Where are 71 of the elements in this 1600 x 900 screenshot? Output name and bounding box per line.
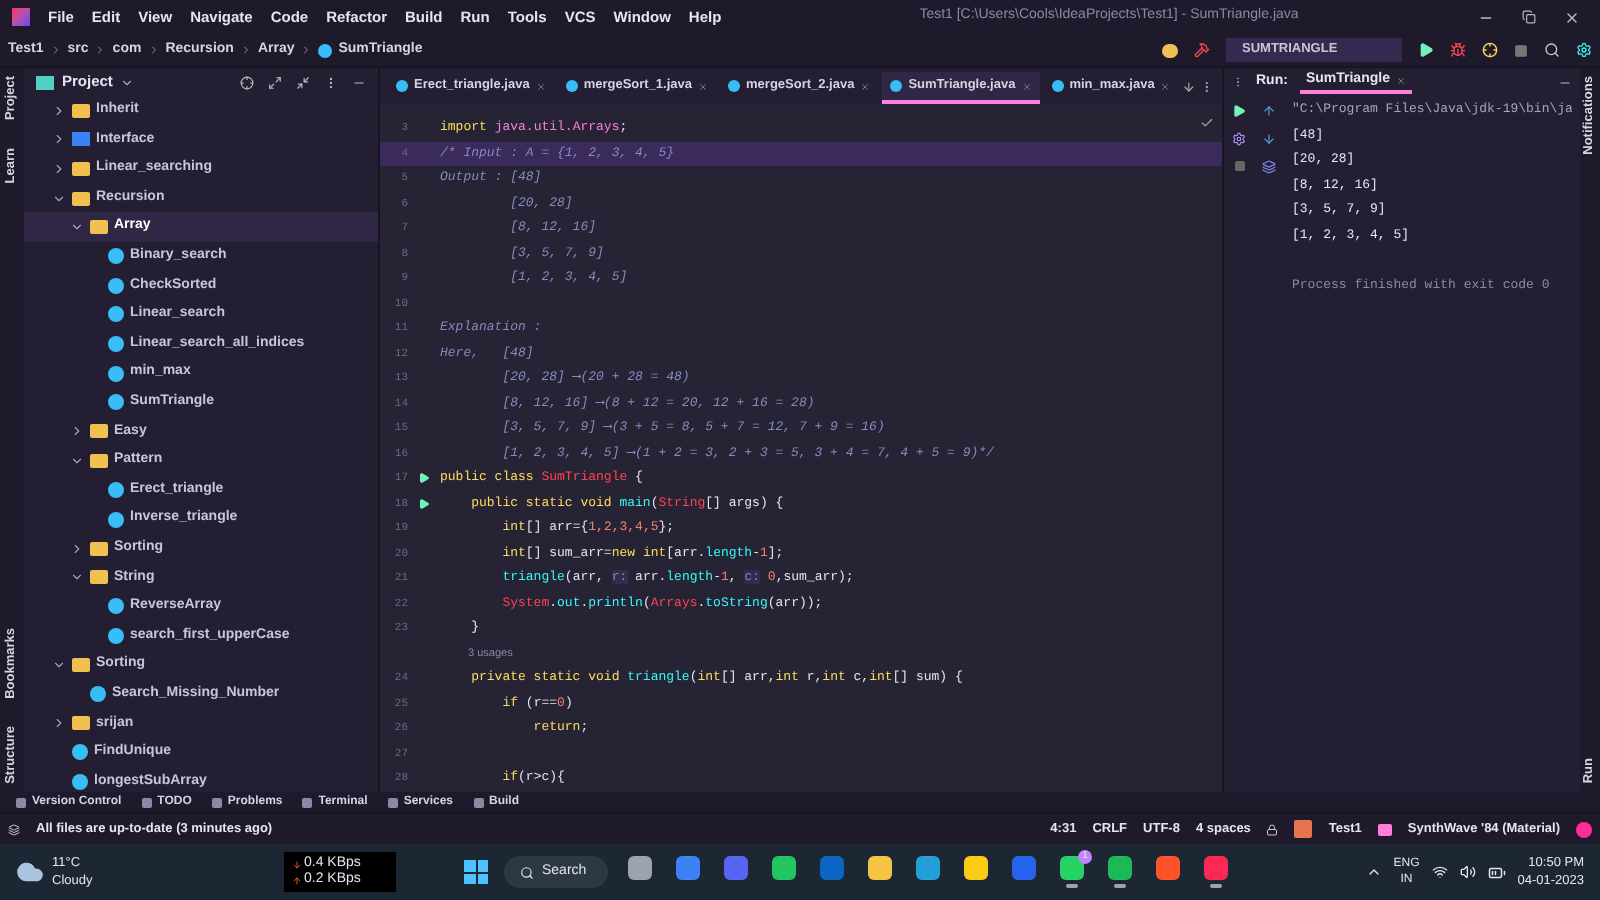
collapse-icon[interactable] (296, 75, 310, 89)
stop-icon[interactable] (1233, 160, 1245, 172)
class-icon (728, 80, 741, 92)
chevron-down-icon[interactable] (70, 570, 84, 585)
app-icon[interactable] (1104, 852, 1136, 892)
chevron-down-icon[interactable] (70, 220, 84, 235)
run-gutter-icon[interactable] (418, 497, 430, 510)
windows-logo-icon[interactable] (464, 860, 488, 884)
arrow-up-icon[interactable] (1262, 104, 1276, 118)
chevron-right-icon[interactable] (70, 541, 84, 556)
tool-icon (211, 797, 222, 807)
close-icon[interactable] (1564, 9, 1580, 25)
settings-icon[interactable] (1232, 132, 1246, 146)
tool-icon (473, 797, 484, 807)
status-icon (8, 823, 20, 835)
tool-icon (16, 797, 26, 807)
class-icon (890, 80, 903, 92)
app-logo-icon (12, 8, 30, 26)
arrow-down-icon (292, 859, 302, 869)
arrow-up-icon (292, 875, 302, 885)
hammer-icon[interactable] (1194, 42, 1210, 58)
folder-icon (72, 658, 90, 673)
cloud-icon[interactable] (16, 858, 44, 886)
search-icon (520, 865, 534, 879)
chevron-right-icon[interactable] (52, 132, 66, 147)
chevron-right-icon[interactable] (52, 103, 66, 118)
chevron-down-icon[interactable] (70, 453, 84, 468)
stop-icon[interactable] (1514, 43, 1528, 57)
separator-icon (300, 44, 313, 56)
arrow-down-icon[interactable] (1182, 80, 1197, 94)
rerun-icon[interactable] (1232, 104, 1246, 118)
chevron-right-icon[interactable] (70, 424, 84, 439)
separator-icon (147, 44, 160, 56)
more-icon[interactable] (324, 75, 338, 89)
chevron-right-icon[interactable] (52, 161, 66, 176)
tool-icon (302, 797, 313, 807)
chevron-down-icon[interactable] (52, 658, 66, 673)
chevron-up-icon[interactable] (1365, 864, 1382, 880)
class-icon (90, 686, 106, 703)
chevron-down-icon[interactable] (52, 191, 66, 206)
battery-icon[interactable] (1487, 863, 1506, 881)
class-icon (396, 80, 408, 92)
separator-icon (94, 44, 107, 56)
more-icon[interactable] (1200, 80, 1214, 94)
expand-icon[interactable] (268, 75, 282, 89)
project-badge-icon (1294, 820, 1313, 838)
search-icon[interactable] (1544, 42, 1560, 58)
check-icon (1200, 116, 1214, 130)
volume-icon[interactable] (1459, 864, 1476, 880)
class-icon (565, 80, 578, 92)
tool-icon (141, 797, 152, 807)
wifi-icon[interactable] (1431, 864, 1448, 880)
chevron-down-icon[interactable] (120, 75, 135, 89)
folder-icon (72, 716, 90, 731)
run-icon[interactable] (1418, 42, 1434, 58)
run-gutter-icon[interactable] (418, 472, 430, 485)
restore-icon[interactable] (1522, 9, 1536, 23)
separator-icon (49, 44, 62, 56)
tool-icon (387, 797, 398, 807)
class-icon (1051, 80, 1064, 92)
package-icon (72, 132, 90, 147)
debug-icon[interactable] (1450, 42, 1466, 58)
arrow-down-icon[interactable] (1262, 132, 1276, 146)
lock-icon[interactable] (1266, 823, 1279, 835)
coverage-icon[interactable] (1482, 42, 1498, 58)
separator-icon (239, 44, 252, 56)
app-icon[interactable] (1200, 852, 1232, 892)
theme-icon (1377, 823, 1392, 835)
chevron-right-icon[interactable] (52, 716, 66, 731)
locate-icon[interactable] (240, 75, 254, 89)
class-icon (318, 43, 333, 57)
